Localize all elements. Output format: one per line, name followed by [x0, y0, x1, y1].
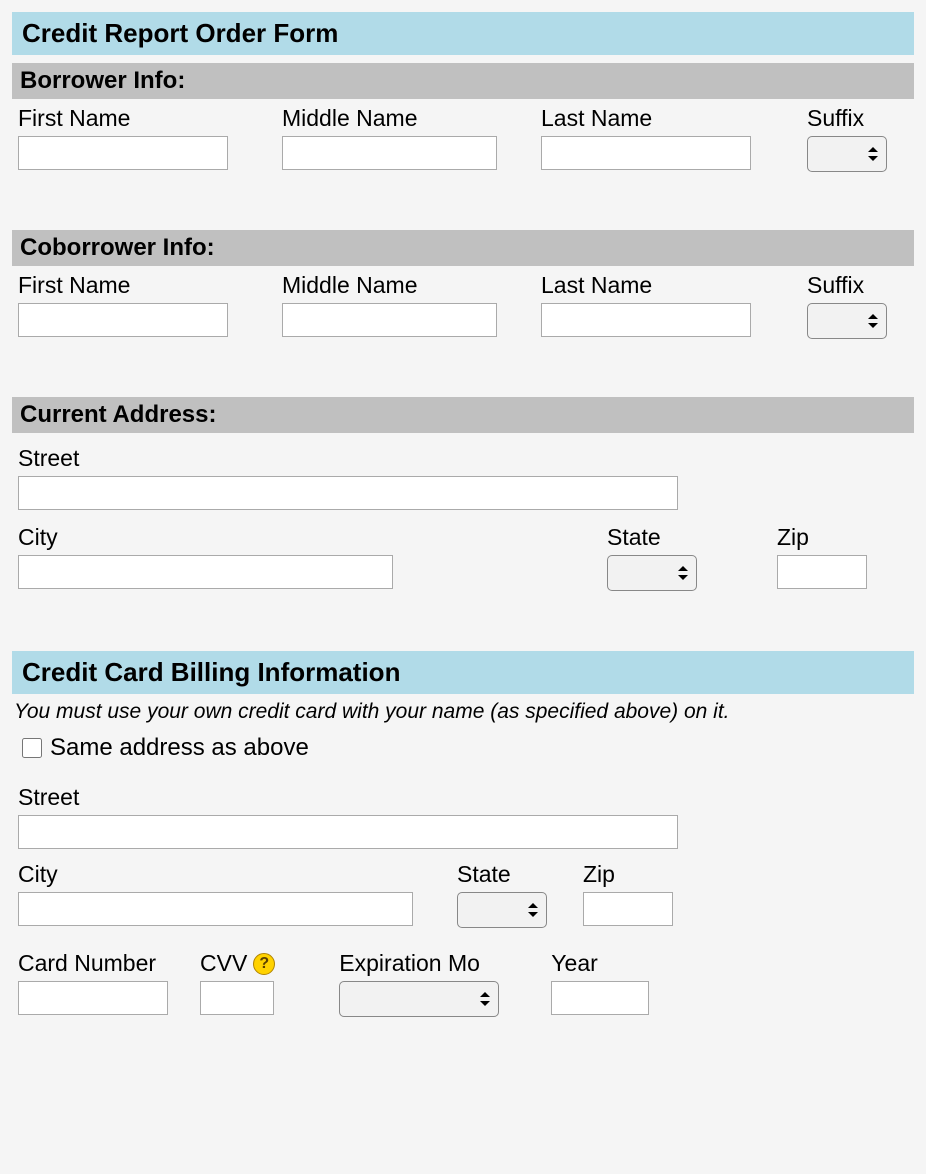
billing-zip-label: Zip — [583, 861, 673, 888]
cvv-label: CVV — [200, 950, 247, 977]
billing-state-label: State — [457, 861, 547, 888]
borrower-last-name-label: Last Name — [541, 105, 751, 132]
coborrower-row: First Name Middle Name Last Name Suffix — [12, 272, 914, 339]
coborrower-suffix-label: Suffix — [807, 272, 887, 299]
coborrower-suffix-select[interactable] — [807, 303, 887, 339]
borrower-middle-name-label: Middle Name — [282, 105, 497, 132]
borrower-middle-name-input[interactable] — [282, 136, 497, 170]
coborrower-heading: Coborrower Info: — [12, 230, 914, 266]
billing-zip-input[interactable] — [583, 892, 673, 926]
borrower-row: First Name Middle Name Last Name Suffix — [12, 105, 914, 172]
borrower-suffix-label: Suffix — [807, 105, 887, 132]
same-address-label: Same address as above — [50, 734, 309, 762]
address-heading: Current Address: — [12, 397, 914, 433]
billing-street-input[interactable] — [18, 815, 678, 849]
exp-month-label: Expiration Mo — [339, 950, 499, 977]
address-zip-input[interactable] — [777, 555, 867, 589]
address-city-label: City — [18, 524, 393, 551]
coborrower-first-name-input[interactable] — [18, 303, 228, 337]
same-address-checkbox[interactable] — [22, 738, 42, 758]
billing-state-select[interactable] — [457, 892, 547, 928]
billing-heading: Credit Card Billing Information — [12, 651, 914, 694]
address-state-select[interactable] — [607, 555, 697, 591]
coborrower-first-name-label: First Name — [18, 272, 228, 299]
exp-year-input[interactable] — [551, 981, 649, 1015]
billing-city-input[interactable] — [18, 892, 413, 926]
exp-year-label: Year — [551, 950, 649, 977]
card-number-input[interactable] — [18, 981, 168, 1015]
coborrower-last-name-label: Last Name — [541, 272, 751, 299]
address-street-input[interactable] — [18, 476, 678, 510]
billing-note: You must use your own credit card with y… — [12, 694, 914, 730]
address-zip-label: Zip — [777, 524, 867, 551]
borrower-suffix-select[interactable] — [807, 136, 887, 172]
borrower-first-name-input[interactable] — [18, 136, 228, 170]
borrower-last-name-input[interactable] — [541, 136, 751, 170]
card-number-label: Card Number — [18, 950, 168, 977]
coborrower-middle-name-input[interactable] — [282, 303, 497, 337]
address-state-label: State — [607, 524, 697, 551]
coborrower-middle-name-label: Middle Name — [282, 272, 497, 299]
cvv-input[interactable] — [200, 981, 274, 1015]
help-icon[interactable]: ? — [253, 953, 275, 975]
exp-month-select[interactable] — [339, 981, 499, 1017]
borrower-heading: Borrower Info: — [12, 63, 914, 99]
billing-street-label: Street — [18, 784, 678, 811]
borrower-first-name-label: First Name — [18, 105, 228, 132]
address-city-input[interactable] — [18, 555, 393, 589]
page-title: Credit Report Order Form — [12, 12, 914, 55]
billing-city-label: City — [18, 861, 413, 888]
coborrower-last-name-input[interactable] — [541, 303, 751, 337]
address-street-label: Street — [18, 445, 678, 472]
